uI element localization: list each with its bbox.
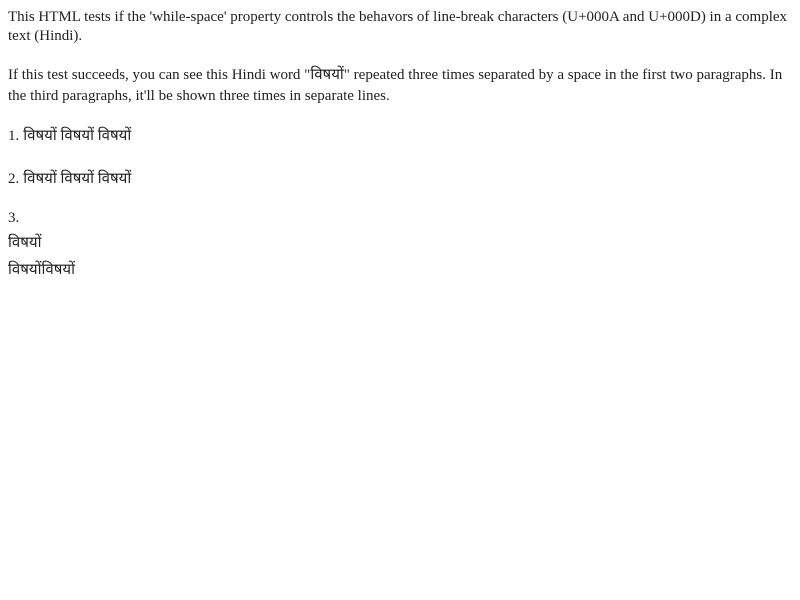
test-case-3: 3. विषयों विषयोंविषयों — [8, 206, 75, 281]
intro-paragraph: This HTML tests if the 'while-space' pro… — [8, 9, 788, 44]
test-case-2: 2. विषयों विषयों विषयों — [8, 168, 131, 188]
expectation-text-before: If this test succeeds, you can see this … — [8, 67, 311, 83]
hindi-word: विषयों — [23, 169, 57, 187]
hindi-word-line: विषयोंविषयों — [8, 260, 75, 278]
test-case-1: 1. विषयों विषयों विषयों — [8, 125, 131, 145]
hindi-word: विषयों — [60, 126, 94, 144]
expectation-paragraph: If this test succeeds, you can see this … — [8, 64, 792, 107]
hindi-word: विषयों — [97, 169, 132, 187]
test-page: This HTML tests if the 'while-space' pro… — [0, 0, 800, 600]
hindi-word: विषयों — [23, 126, 57, 144]
hindi-word: विषयों — [97, 126, 132, 144]
case-number: 3. — [8, 210, 20, 226]
case-number: 1. — [8, 128, 20, 144]
hindi-word-line: विषयों — [8, 233, 42, 251]
hindi-word: विषयों — [60, 169, 94, 187]
hindi-sample-word: विषयों — [310, 65, 344, 83]
case-number: 2. — [8, 171, 20, 187]
